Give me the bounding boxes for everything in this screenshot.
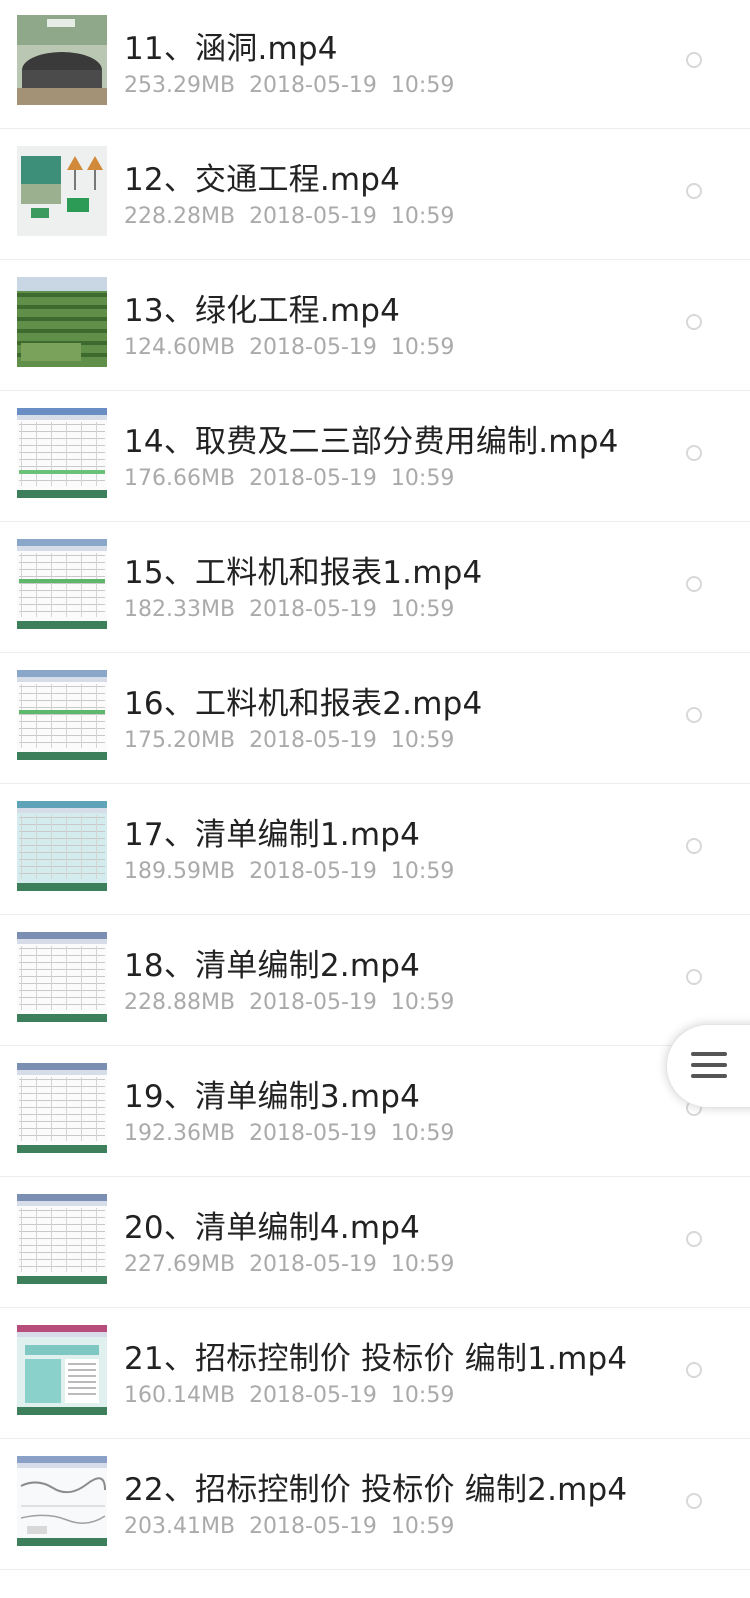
file-row[interactable]: 13、绿化工程.mp4 124.60MB 2018-05-19 10:59: [0, 260, 750, 391]
video-thumbnail: [17, 1456, 107, 1546]
file-name: 12、交通工程.mp4: [124, 162, 401, 198]
select-radio[interactable]: [686, 576, 702, 592]
video-thumbnail: [17, 1325, 107, 1415]
video-thumbnail: [17, 1194, 107, 1284]
video-thumbnail: [17, 539, 107, 629]
select-radio[interactable]: [686, 1362, 702, 1378]
select-radio[interactable]: [686, 1493, 702, 1509]
file-meta: 124.60MB 2018-05-19 10:59: [124, 335, 468, 360]
file-meta: 203.41MB 2018-05-19 10:59: [124, 1514, 468, 1539]
file-name: 16、工料机和报表2.mp4: [124, 686, 483, 722]
video-thumbnail: [17, 932, 107, 1022]
file-date: 2018-05-19: [249, 1514, 377, 1539]
file-name: 11、涵洞.mp4: [124, 31, 338, 67]
file-meta: 176.66MB 2018-05-19 10:59: [124, 466, 468, 491]
menu-icon: [691, 1052, 727, 1085]
file-name: 15、工料机和报表1.mp4: [124, 555, 483, 591]
file-meta: 160.14MB 2018-05-19 10:59: [124, 1383, 468, 1408]
file-date: 2018-05-19: [249, 466, 377, 491]
file-size: 228.88MB: [124, 990, 236, 1015]
video-thumbnail: [17, 408, 107, 498]
file-row[interactable]: 22、招标控制价 投标价 编制2.mp4 203.41MB 2018-05-19 10…: [0, 1439, 750, 1570]
file-date: 2018-05-19: [249, 859, 377, 884]
file-meta: 228.28MB 2018-05-19 10:59: [124, 204, 468, 229]
file-list: 11、涵洞.mp4 253.29MB 2018-05-19 10:59 12、交通工程.…: [0, 0, 750, 1596]
file-size: 203.41MB: [124, 1514, 236, 1539]
file-row[interactable]: 20、清单编制4.mp4 227.69MB 2018-05-19 10:59: [0, 1177, 750, 1308]
file-time: 10:59: [390, 859, 455, 884]
file-size: 189.59MB: [124, 859, 236, 884]
video-thumbnail: [17, 801, 107, 891]
select-radio[interactable]: [686, 183, 702, 199]
file-time: 10:59: [390, 73, 455, 98]
file-time: 10:59: [390, 1252, 455, 1277]
file-size: 253.29MB: [124, 73, 236, 98]
file-row[interactable]: 19、清单编制3.mp4 192.36MB 2018-05-19 10:59: [0, 1046, 750, 1177]
select-radio[interactable]: [686, 707, 702, 723]
file-date: 2018-05-19: [249, 728, 377, 753]
file-name: 19、清单编制3.mp4: [124, 1079, 421, 1115]
file-meta: 253.29MB 2018-05-19 10:59: [124, 73, 468, 98]
file-name: 20、清单编制4.mp4: [124, 1210, 421, 1246]
floating-menu-button[interactable]: [666, 1024, 750, 1108]
select-radio[interactable]: [686, 838, 702, 854]
file-row[interactable]: 11、涵洞.mp4 253.29MB 2018-05-19 10:59: [0, 0, 750, 129]
file-meta: 227.69MB 2018-05-19 10:59: [124, 1252, 468, 1277]
select-radio[interactable]: [686, 1231, 702, 1247]
file-time: 10:59: [390, 1383, 455, 1408]
file-time: 10:59: [390, 466, 455, 491]
video-thumbnail: [17, 670, 107, 760]
file-date: 2018-05-19: [249, 1383, 377, 1408]
file-row[interactable]: 18、清单编制2.mp4 228.88MB 2018-05-19 10:59: [0, 915, 750, 1046]
file-row[interactable]: 17、清单编制1.mp4 189.59MB 2018-05-19 10:59: [0, 784, 750, 915]
file-meta: 228.88MB 2018-05-19 10:59: [124, 990, 468, 1015]
file-name: 21、招标控制价 投标价 编制1.mp4: [124, 1341, 628, 1377]
file-name: 17、清单编制1.mp4: [124, 817, 421, 853]
file-date: 2018-05-19: [249, 1121, 377, 1146]
select-radio[interactable]: [686, 52, 702, 68]
select-radio[interactable]: [686, 314, 702, 330]
file-name: 18、清单编制2.mp4: [124, 948, 421, 984]
file-size: 182.33MB: [124, 597, 236, 622]
file-date: 2018-05-19: [249, 990, 377, 1015]
video-thumbnail: [17, 146, 107, 236]
file-row[interactable]: 12、交通工程.mp4 228.28MB 2018-05-19 10:59: [0, 129, 750, 260]
file-row[interactable]: 21、招标控制价 投标价 编制1.mp4 160.14MB 2018-05-19 10…: [0, 1308, 750, 1439]
file-date: 2018-05-19: [249, 597, 377, 622]
file-name: 13、绿化工程.mp4: [124, 293, 401, 329]
file-size: 228.28MB: [124, 204, 236, 229]
file-row[interactable]: 15、工料机和报表1.mp4 182.33MB 2018-05-19 10:59: [0, 522, 750, 653]
file-date: 2018-05-19: [249, 73, 377, 98]
file-time: 10:59: [390, 597, 455, 622]
select-radio[interactable]: [686, 445, 702, 461]
file-size: 160.14MB: [124, 1383, 236, 1408]
file-row[interactable]: 16、工料机和报表2.mp4 175.20MB 2018-05-19 10:59: [0, 653, 750, 784]
file-time: 10:59: [390, 1514, 455, 1539]
video-thumbnail: [17, 277, 107, 367]
file-row[interactable]: 14、取费及二三部分费用编制.mp4 176.66MB 2018-05-19 10:5…: [0, 391, 750, 522]
video-thumbnail: [17, 1063, 107, 1153]
file-name: 22、招标控制价 投标价 编制2.mp4: [124, 1472, 628, 1508]
file-date: 2018-05-19: [249, 204, 377, 229]
file-size: 176.66MB: [124, 466, 236, 491]
file-meta: 175.20MB 2018-05-19 10:59: [124, 728, 468, 753]
file-size: 175.20MB: [124, 728, 236, 753]
file-time: 10:59: [390, 990, 455, 1015]
file-date: 2018-05-19: [249, 1252, 377, 1277]
file-time: 10:59: [390, 1121, 455, 1146]
video-thumbnail: [17, 15, 107, 105]
file-time: 10:59: [390, 204, 455, 229]
file-size: 124.60MB: [124, 335, 236, 360]
file-time: 10:59: [390, 335, 455, 360]
file-name: 14、取费及二三部分费用编制.mp4: [124, 424, 619, 460]
file-size: 227.69MB: [124, 1252, 236, 1277]
file-date: 2018-05-19: [249, 335, 377, 360]
file-meta: 182.33MB 2018-05-19 10:59: [124, 597, 468, 622]
file-size: 192.36MB: [124, 1121, 236, 1146]
file-meta: 189.59MB 2018-05-19 10:59: [124, 859, 468, 884]
file-meta: 192.36MB 2018-05-19 10:59: [124, 1121, 468, 1146]
select-radio[interactable]: [686, 969, 702, 985]
file-time: 10:59: [390, 728, 455, 753]
